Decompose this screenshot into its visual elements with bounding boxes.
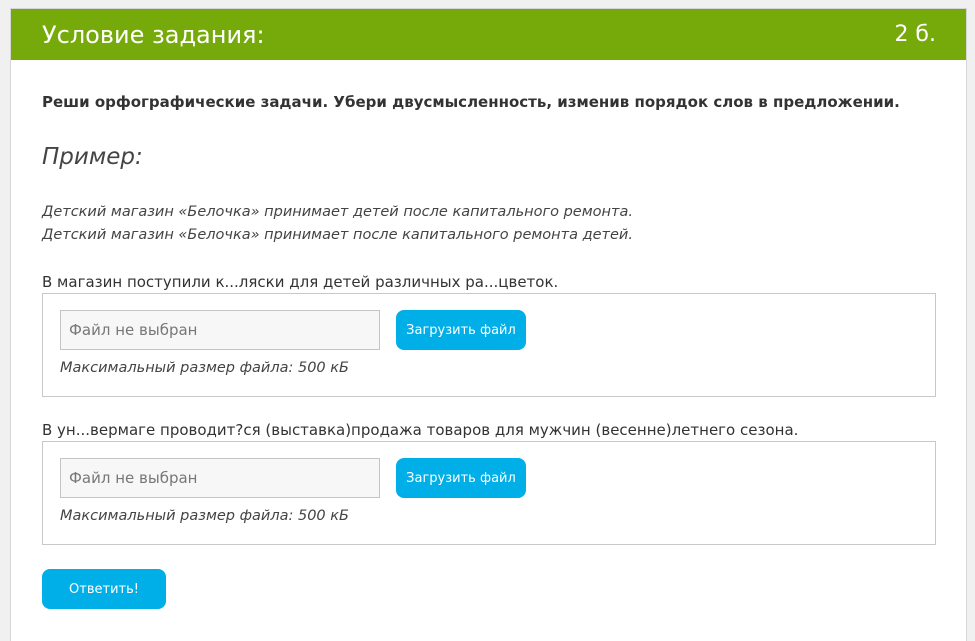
max-file-size-note-1: Максимальный размер файла: 500 кБ — [60, 360, 349, 376]
file-input-1[interactable]: Файл не выбран — [60, 310, 380, 350]
file-input-2[interactable]: Файл не выбран — [60, 458, 380, 498]
upload-file-button-2[interactable]: Загрузить файл — [396, 458, 526, 498]
upload-box-2: Файл не выбран Загрузить файл Максимальн… — [42, 441, 936, 545]
task-sentence-2: В ун...вермаге проводит?ся (выставка)про… — [42, 421, 799, 439]
task-score: 2 б. — [894, 22, 936, 47]
example-heading: Пример: — [42, 144, 143, 170]
max-file-size-note-2: Максимальный размер файла: 500 кБ — [60, 508, 349, 524]
example-line: Детский магазин «Белочка» принимает посл… — [42, 227, 633, 243]
task-card: Условие задания: 2 б. Реши орфографическ… — [10, 8, 967, 641]
task-sentence-1: В магазин поступили к...ляски для детей … — [42, 273, 559, 291]
task-title: Условие задания: — [42, 20, 265, 49]
upload-file-button-1[interactable]: Загрузить файл — [396, 310, 526, 350]
submit-answer-button[interactable]: Ответить! — [42, 569, 166, 609]
upload-box-1: Файл не выбран Загрузить файл Максимальн… — [42, 293, 936, 397]
task-instruction: Реши орфографические задачи. Убери двусм… — [42, 93, 900, 111]
example-line: Детский магазин «Белочка» принимает дете… — [42, 204, 633, 220]
task-header: Условие задания: 2 б. — [11, 9, 966, 60]
